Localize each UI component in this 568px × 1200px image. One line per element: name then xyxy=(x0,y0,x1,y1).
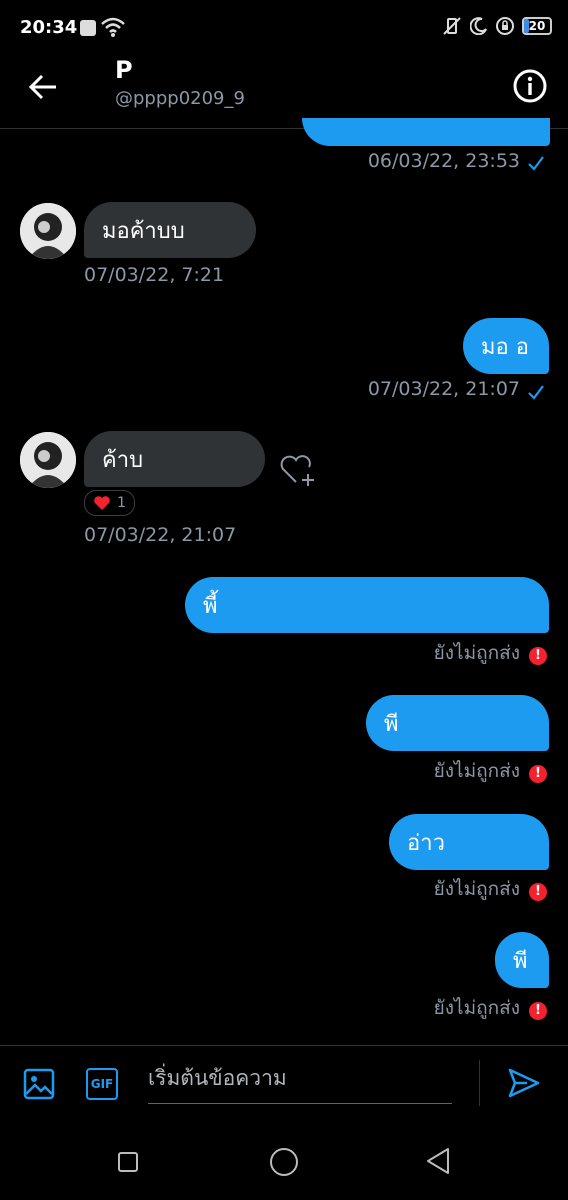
recent-apps-button[interactable] xyxy=(118,1152,138,1172)
add-reaction-icon[interactable] xyxy=(279,452,317,488)
home-button[interactable] xyxy=(270,1148,298,1176)
error-icon[interactable]: ! xyxy=(529,647,547,665)
status-icons: 20 xyxy=(442,16,552,36)
message-text: พี xyxy=(384,711,399,737)
message-bubble-outgoing[interactable]: มอ อ xyxy=(463,318,549,374)
message-bubble-incoming[interactable]: ค้าบ xyxy=(84,431,265,487)
moon-icon xyxy=(470,17,487,35)
info-icon[interactable] xyxy=(512,68,548,104)
message-timestamp: 07/03/22, 7:21 xyxy=(84,264,225,286)
message-bubble-outgoing[interactable]: พี xyxy=(366,695,549,751)
vibrate-icon xyxy=(443,17,461,35)
reaction-badge[interactable]: 1 xyxy=(84,490,135,516)
gif-button[interactable]: GIF xyxy=(86,1068,118,1100)
message-text: พี้ xyxy=(203,593,218,619)
message-bubble-outgoing[interactable] xyxy=(302,118,550,146)
message-bubble-outgoing[interactable]: อ่าว xyxy=(389,814,549,870)
sent-check-icon xyxy=(528,385,544,400)
message-text: ค้าบ xyxy=(102,447,144,473)
status-time: 20:34 xyxy=(20,17,78,38)
message-status[interactable]: ยังไม่ถูกส่ง xyxy=(434,756,520,786)
message-status[interactable]: ยังไม่ถูกส่ง xyxy=(434,993,520,1023)
back-arrow-icon[interactable] xyxy=(26,70,60,104)
gif-label: GIF xyxy=(90,1077,114,1091)
avatar[interactable] xyxy=(20,203,76,259)
composer-separator xyxy=(479,1060,480,1106)
sent-check-icon xyxy=(528,156,544,171)
message-bubble-incoming[interactable]: มอค้าบบ xyxy=(84,202,256,258)
notification-x-icon xyxy=(80,20,96,36)
error-icon[interactable]: ! xyxy=(529,883,547,901)
message-status[interactable]: ยังไม่ถูกส่ง xyxy=(434,638,520,668)
composer-divider xyxy=(0,1045,568,1046)
error-icon[interactable]: ! xyxy=(529,1002,547,1020)
reaction-count: 1 xyxy=(117,495,126,511)
nav-back-icon[interactable] xyxy=(424,1146,452,1176)
message-timestamp: 07/03/22, 21:07 xyxy=(367,378,520,400)
message-text: พี xyxy=(513,948,528,974)
message-timestamp: 07/03/22, 21:07 xyxy=(84,524,237,546)
message-timestamp: 06/03/22, 23:53 xyxy=(367,150,520,172)
message-text: มอ อ xyxy=(481,334,529,360)
battery-level: 20 xyxy=(528,19,546,33)
message-status[interactable]: ยังไม่ถูกส่ง xyxy=(434,874,520,904)
message-text: อ่าว xyxy=(407,830,445,856)
message-text: มอค้าบบ xyxy=(102,218,185,244)
contact-name[interactable]: P xyxy=(115,56,133,84)
avatar[interactable] xyxy=(20,432,76,488)
wifi-icon xyxy=(101,17,125,37)
error-icon[interactable]: ! xyxy=(529,765,547,783)
message-input[interactable]: เริ่มต้นข้อความ xyxy=(148,1058,452,1104)
message-bubble-outgoing[interactable]: พี้ xyxy=(185,577,549,633)
message-bubble-outgoing[interactable]: พี xyxy=(495,932,549,988)
contact-handle[interactable]: @pppp0209_9 xyxy=(115,88,245,109)
send-icon[interactable] xyxy=(507,1066,541,1100)
heart-icon xyxy=(94,496,110,510)
battery-indicator: 20 xyxy=(522,17,552,35)
lock-icon xyxy=(496,17,514,35)
image-icon[interactable] xyxy=(23,1068,55,1100)
